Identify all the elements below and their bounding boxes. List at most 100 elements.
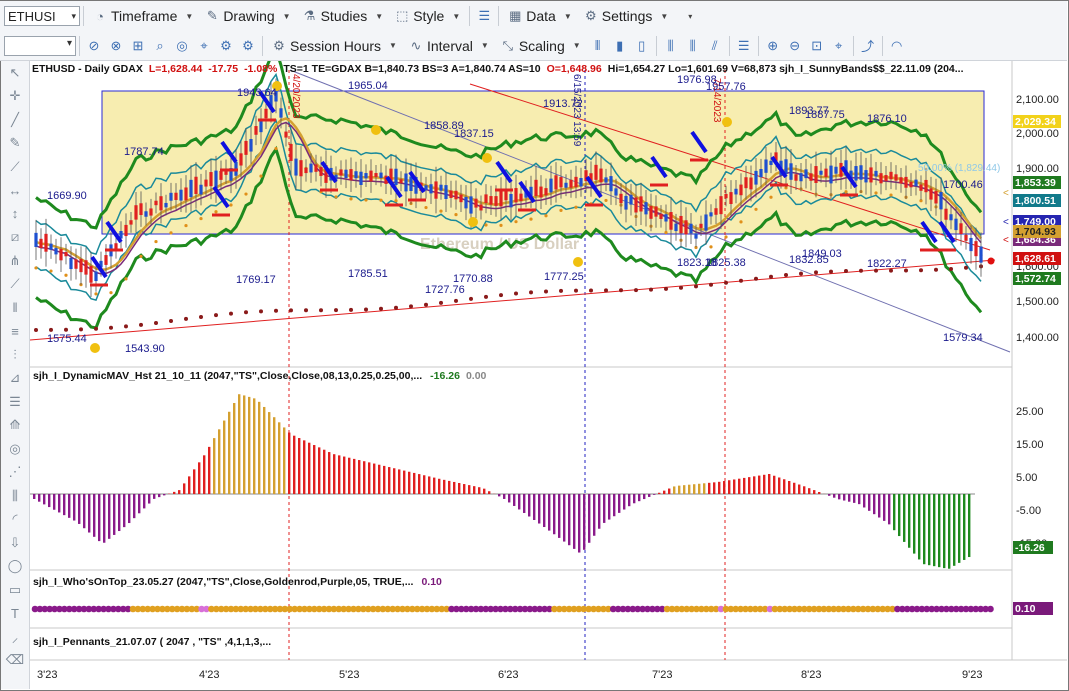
- gauge-icon[interactable]: ◠: [886, 35, 908, 57]
- fib-time-icon[interactable]: ⫶: [1, 343, 29, 367]
- trail-dot: [364, 307, 368, 312]
- trail-dot: [184, 316, 188, 321]
- cycle-lines-icon[interactable]: ‖: [1, 296, 29, 320]
- candle-icon[interactable]: ▮: [609, 35, 631, 57]
- template-select[interactable]: [4, 35, 76, 56]
- pin-icon[interactable]: ⌖: [828, 35, 850, 57]
- trail-dot: [469, 296, 473, 301]
- trail-dot: [829, 269, 833, 274]
- candle-body: [684, 220, 688, 235]
- pointer-icon[interactable]: ↖: [1, 61, 29, 85]
- interval-label: Interval: [426, 37, 473, 54]
- arrow-down-icon[interactable]: ⇩: [1, 531, 29, 555]
- interval-menu[interactable]: ∿ Interval ▼: [403, 33, 495, 59]
- trail-dot: [124, 277, 128, 281]
- symbol-input[interactable]: ETHUSI ▾: [4, 6, 80, 26]
- zoom-out-icon[interactable]: ⊖: [784, 35, 806, 57]
- histogram-bar: [233, 403, 236, 494]
- layout-icon[interactable]: ☰: [733, 35, 755, 57]
- session-hours-menu[interactable]: ⚙ Session Hours ▼: [266, 33, 403, 59]
- add-study-icon[interactable]: ⤴: [857, 35, 879, 57]
- chevron-down-icon: ▼: [452, 11, 461, 21]
- fit-icon[interactable]: ⊡: [806, 35, 828, 57]
- drawing-menu[interactable]: ✎ Drawing ▼: [199, 3, 296, 29]
- histogram-bar: [663, 490, 666, 494]
- bar-chart-icon[interactable]: ⫴: [587, 35, 609, 57]
- studies-menu[interactable]: ⚗ Studies ▼: [297, 3, 390, 29]
- histogram-bar: [573, 494, 576, 549]
- candle-body: [804, 169, 808, 179]
- candle-body: [204, 179, 208, 187]
- histogram-bar: [598, 494, 601, 529]
- pitchfork-icon[interactable]: ⋔: [1, 249, 29, 273]
- properties-icon[interactable]: ⚙: [237, 35, 259, 57]
- expand-icon[interactable]: ⫼: [682, 35, 704, 57]
- ray-icon[interactable]: ⟋: [1, 155, 29, 179]
- candle-body: [819, 170, 823, 175]
- trail-dot: [229, 203, 233, 207]
- candle-body: [124, 224, 128, 237]
- wrench-icon[interactable]: ✎: [1, 132, 29, 156]
- snap-icon[interactable]: ⚙: [215, 35, 237, 57]
- eraser-icon[interactable]: ⌫: [1, 649, 29, 673]
- trail-dot: [724, 280, 728, 285]
- histogram-bar: [483, 488, 486, 494]
- ellipse-icon[interactable]: ◯: [1, 555, 29, 579]
- hollow-candle-icon[interactable]: ▯: [631, 35, 653, 57]
- text-icon[interactable]: T: [1, 602, 29, 626]
- marker-date-label: 4/20/2023: [290, 74, 301, 119]
- crosshair-icon[interactable]: ✛: [1, 85, 29, 109]
- line-icon[interactable]: ╱: [1, 108, 29, 132]
- candle-body: [134, 205, 138, 220]
- trail-dot: [109, 291, 113, 295]
- trail-dot: [244, 310, 248, 315]
- fib-icon[interactable]: ≡: [1, 320, 29, 344]
- candle-body: [614, 188, 618, 196]
- candle-body: [164, 202, 168, 208]
- link-icon[interactable]: ⊘: [83, 35, 105, 57]
- candle-body: [399, 179, 403, 184]
- histogram-bar: [333, 454, 336, 494]
- measure-icon[interactable]: ◎: [171, 35, 193, 57]
- cursor-icon[interactable]: ⊗: [105, 35, 127, 57]
- chart-area[interactable]: Ethereum / US Dollar ETHUSD - Daily GDAX…: [30, 61, 1067, 689]
- rectangle-icon[interactable]: ▭: [1, 578, 29, 602]
- vertical-line-icon[interactable]: ↕: [1, 202, 29, 226]
- spiral-icon[interactable]: ◎: [1, 437, 29, 461]
- style-menu[interactable]: ⬚ Style ▼: [389, 3, 466, 29]
- settings-menu[interactable]: ⚙ Settings ▼: [578, 3, 675, 29]
- scaling-menu[interactable]: ⤡ Scaling ▼: [495, 33, 587, 59]
- compress-icon[interactable]: ⫼: [660, 35, 682, 57]
- zoom-in-icon[interactable]: ⊕: [762, 35, 784, 57]
- histogram-bar: [788, 481, 791, 494]
- crosshair-icon[interactable]: ⊞: [127, 35, 149, 57]
- trail-dot: [394, 305, 398, 310]
- dots-icon[interactable]: ⋰: [1, 461, 29, 485]
- trend-icon[interactable]: ⌖: [193, 35, 215, 57]
- histogram-bar: [63, 494, 66, 516]
- candle-body: [69, 257, 73, 270]
- candle-body: [919, 184, 923, 191]
- gann-icon[interactable]: ⊿: [1, 367, 29, 391]
- bars-icon[interactable]: ⫼: [1, 484, 29, 508]
- trail-dot: [259, 309, 263, 314]
- horizontal-line-icon[interactable]: ↔: [1, 179, 29, 203]
- data-menu[interactable]: ▦ Data ▼: [502, 3, 578, 29]
- trend-line-icon[interactable]: ⟋: [1, 273, 29, 297]
- arc-icon[interactable]: ◜: [1, 508, 29, 532]
- zoom-box-icon[interactable]: ⌕: [149, 35, 171, 57]
- candle-body: [294, 158, 298, 176]
- timeframe-menu[interactable]: ◔ Timeframe ▼: [87, 3, 199, 29]
- mav-pane-header: sjh_I_DynamicMAV_Hst 21_10_11 (2047,"TS"…: [33, 370, 487, 382]
- speed-lines-icon[interactable]: ⟰: [1, 414, 29, 438]
- channel-icon[interactable]: ⧄: [1, 226, 29, 250]
- levels-icon[interactable]: ☰: [1, 390, 29, 414]
- layout-icon[interactable]: ☰: [473, 5, 495, 27]
- brush-icon[interactable]: ⸝: [1, 625, 29, 649]
- shift-icon[interactable]: ⫽: [704, 35, 726, 57]
- candle-body: [344, 169, 348, 179]
- candle-body: [959, 223, 963, 235]
- overflow-menu[interactable]: ▾: [674, 3, 698, 29]
- histogram-bar: [153, 494, 156, 499]
- pivot-dot: [573, 257, 583, 267]
